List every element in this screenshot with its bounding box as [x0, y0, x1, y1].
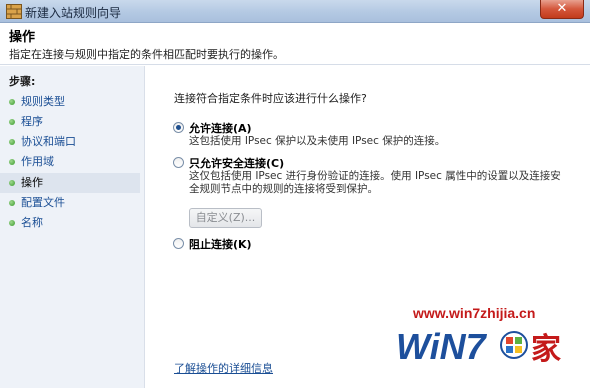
block-connection-label[interactable]: 阻止连接(K)	[189, 236, 252, 252]
step-action[interactable]: 操作	[0, 173, 140, 193]
watermark-logo-text: WiN7	[396, 326, 488, 367]
step-bullet-icon	[9, 99, 15, 105]
step-bullet-icon	[9, 200, 15, 206]
steps-label: 步骤:	[9, 75, 36, 88]
watermark-logo-suffix: 家	[531, 332, 561, 367]
allow-connection-radio[interactable]	[173, 122, 184, 133]
step-name[interactable]: 名称	[0, 213, 140, 233]
customize-button[interactable]: 自定义(Z)...	[189, 208, 262, 228]
window-title: 新建入站规则向导	[25, 6, 122, 20]
step-bullet-icon	[9, 139, 15, 145]
step-protocol-port[interactable]: 协议和端口	[0, 132, 140, 152]
step-bullet-icon	[9, 119, 15, 125]
close-button[interactable]: ✕	[540, 0, 584, 19]
step-program[interactable]: 程序	[0, 112, 140, 132]
step-label: 程序	[21, 115, 43, 128]
watermark-url: www.win7zhijia.cn	[413, 305, 536, 321]
step-scope[interactable]: 作用域	[0, 152, 140, 172]
title-bar: 新建入站规则向导 ✕	[0, 0, 590, 23]
step-bullet-icon	[9, 159, 15, 165]
action-question: 连接符合指定条件时应该进行什么操作?	[174, 92, 367, 105]
allow-secure-description-line2: 全规则节点中的规则的连接将受到保护。	[189, 183, 378, 195]
step-bullet-icon	[9, 220, 15, 226]
wizard-header: 操作 指定在连接与规则中指定的条件相匹配时要执行的操作。	[0, 23, 590, 65]
page-description: 指定在连接与规则中指定的条件相匹配时要执行的操作。	[9, 48, 284, 61]
block-connection-radio[interactable]	[173, 238, 184, 249]
step-bullet-icon	[9, 180, 15, 186]
step-profile[interactable]: 配置文件	[0, 193, 140, 213]
allow-secure-description-line1: 这仅包括使用 IPsec 进行身份验证的连接。使用 IPsec 属性中的设置以及…	[189, 170, 561, 182]
allow-secure-radio[interactable]	[173, 157, 184, 168]
step-label: 名称	[21, 216, 43, 229]
step-label: 作用域	[21, 155, 54, 168]
windows-orb-icon	[500, 331, 528, 359]
step-rule-type[interactable]: 规则类型	[0, 92, 140, 112]
step-label: 规则类型	[21, 95, 65, 108]
step-label: 协议和端口	[21, 135, 76, 148]
win7-logo: WiN7 家	[396, 326, 561, 367]
page-title: 操作	[9, 30, 36, 45]
steps-pane: 步骤: 规则类型 程序 协议和端口 作用域 操作 配置文件 名称	[0, 66, 145, 388]
step-label: 操作	[21, 176, 43, 189]
allow-connection-label[interactable]: 允许连接(A)	[189, 120, 252, 136]
learn-more-link[interactable]: 了解操作的详细信息	[174, 360, 273, 376]
step-label: 配置文件	[21, 196, 65, 209]
firewall-app-icon	[6, 4, 22, 19]
allow-secure-label[interactable]: 只允许安全连接(C)	[189, 155, 284, 171]
allow-connection-description: 这包括使用 IPsec 保护以及未使用 IPsec 保护的连接。	[189, 135, 446, 147]
